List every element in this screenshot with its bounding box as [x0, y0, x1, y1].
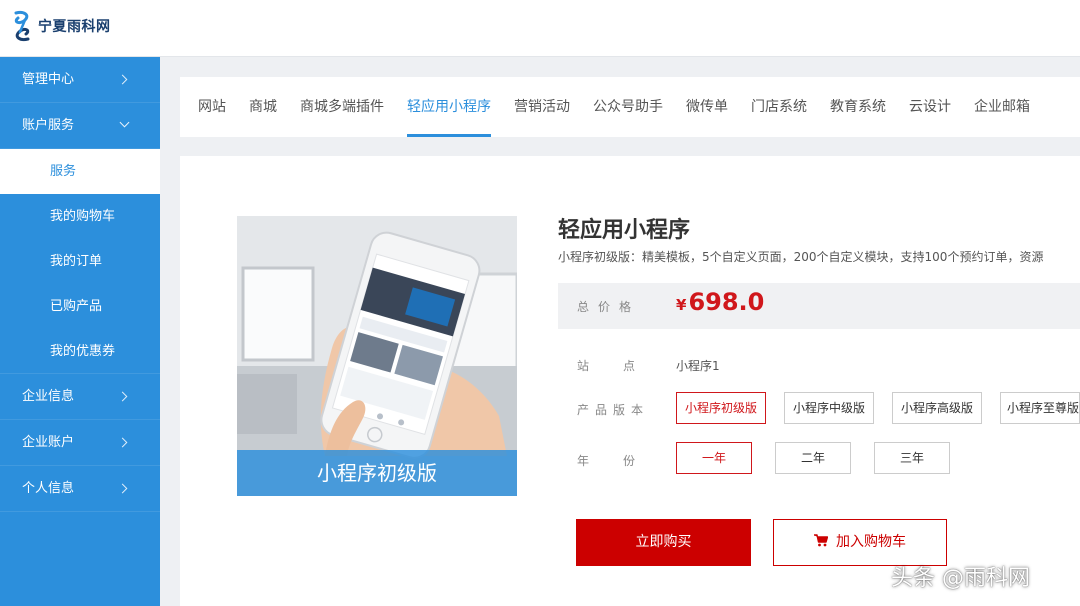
tab-store-system[interactable]: 门店系统 [751, 77, 807, 137]
sidebar-subitem-label: 服务 [50, 164, 77, 179]
currency-symbol: ¥ [676, 296, 687, 314]
product-category-tabs: 网站 商城 商城多端插件 轻应用小程序 营销活动 公众号助手 微传单 门店系统 … [180, 77, 1080, 137]
chevron-right-icon [117, 74, 128, 85]
tab-education-system[interactable]: 教育系统 [830, 77, 886, 137]
top-header: 宁夏雨科网 [0, 0, 1080, 57]
sidebar-item-management-center[interactable]: 管理中心 [0, 57, 160, 103]
sidebar-subitem-services[interactable]: 服务 [0, 149, 160, 194]
sidebar: 管理中心 账户服务 服务 我的购物车 我的订单 已购产品 我的优惠券 企业信息 … [0, 57, 160, 606]
tab-official-account[interactable]: 公众号助手 [593, 77, 663, 137]
sidebar-item-label: 管理中心 [22, 72, 75, 87]
version-option-intermediate[interactable]: 小程序中级版 [784, 392, 874, 424]
year-option-one[interactable]: 一年 [676, 442, 752, 474]
version-option-advanced[interactable]: 小程序高级版 [892, 392, 982, 424]
buy-now-button[interactable]: 立即购买 [576, 519, 751, 566]
product-title: 轻应用小程序 [558, 218, 691, 243]
add-to-cart-label: 加入购物车 [836, 534, 906, 550]
product-panel: 小程序初级版 轻应用小程序 小程序初级版：精美模板，5个自定义页面，200个自定… [180, 156, 1080, 606]
chevron-right-icon [117, 437, 128, 448]
watermark-text: 头条 @雨科网 [891, 566, 1030, 591]
tab-mini-program[interactable]: 轻应用小程序 [407, 77, 491, 137]
tab-mall-multi-plugin[interactable]: 商城多端插件 [300, 77, 384, 137]
year-label: 年份 [577, 454, 670, 468]
version-option-premium[interactable]: 小程序至尊版 [1000, 392, 1080, 424]
add-to-cart-button[interactable]: 加入购物车 [773, 519, 947, 566]
station-label: 站点 [577, 359, 670, 373]
sidebar-subitem-my-orders[interactable]: 我的订单 [0, 239, 160, 284]
year-option-three[interactable]: 三年 [874, 442, 950, 474]
sidebar-item-personal-info[interactable]: 个人信息 [0, 466, 160, 512]
sidebar-subitem-my-coupons[interactable]: 我的优惠券 [0, 329, 160, 374]
sidebar-subitem-label: 我的购物车 [50, 209, 116, 224]
sidebar-subitem-label: 我的订单 [50, 254, 103, 269]
logo-text: 宁夏雨科网 [38, 19, 111, 35]
swirl-logo-icon [14, 11, 30, 41]
sidebar-subitem-my-cart[interactable]: 我的购物车 [0, 194, 160, 239]
sidebar-subitem-purchased-products[interactable]: 已购产品 [0, 284, 160, 329]
shopping-cart-icon [814, 534, 828, 547]
price-amount: 698.0 [688, 288, 765, 316]
site-logo[interactable]: 宁夏雨科网 [10, 9, 111, 43]
tab-marketing[interactable]: 营销活动 [514, 77, 570, 137]
sidebar-item-label: 账户服务 [22, 118, 75, 133]
sidebar-item-label: 个人信息 [22, 481, 75, 496]
chevron-down-icon [119, 117, 130, 128]
tab-mall[interactable]: 商城 [249, 77, 277, 137]
chevron-right-icon [117, 391, 128, 402]
product-image: 小程序初级版 [237, 216, 517, 496]
sidebar-item-label: 企业账户 [22, 435, 75, 450]
price-box: 总价格 ¥698.0 [558, 283, 1080, 329]
tab-cloud-design[interactable]: 云设计 [909, 77, 951, 137]
price-label: 总价格 [577, 300, 641, 314]
station-value: 小程序1 [676, 359, 720, 373]
price-value: ¥698.0 [676, 288, 764, 316]
tab-micro-flyer[interactable]: 微传单 [686, 77, 728, 137]
sidebar-item-account-services[interactable]: 账户服务 [0, 103, 160, 149]
sidebar-item-company-info[interactable]: 企业信息 [0, 374, 160, 420]
product-image-caption: 小程序初级版 [237, 450, 517, 496]
tab-enterprise-mail[interactable]: 企业邮箱 [974, 77, 1030, 137]
product-description: 小程序初级版：精美模板，5个自定义页面，200个自定义模块，支持100个预约订单… [558, 250, 1044, 264]
tab-website[interactable]: 网站 [198, 77, 226, 137]
sidebar-item-label: 企业信息 [22, 389, 75, 404]
version-option-basic[interactable]: 小程序初级版 [676, 392, 766, 424]
sidebar-subitem-label: 已购产品 [50, 299, 103, 314]
chevron-right-icon [117, 483, 128, 494]
year-option-two[interactable]: 二年 [775, 442, 851, 474]
sidebar-item-company-account[interactable]: 企业账户 [0, 420, 160, 466]
version-label: 产品版本 [577, 403, 650, 417]
sidebar-subitem-label: 我的优惠券 [50, 344, 116, 359]
